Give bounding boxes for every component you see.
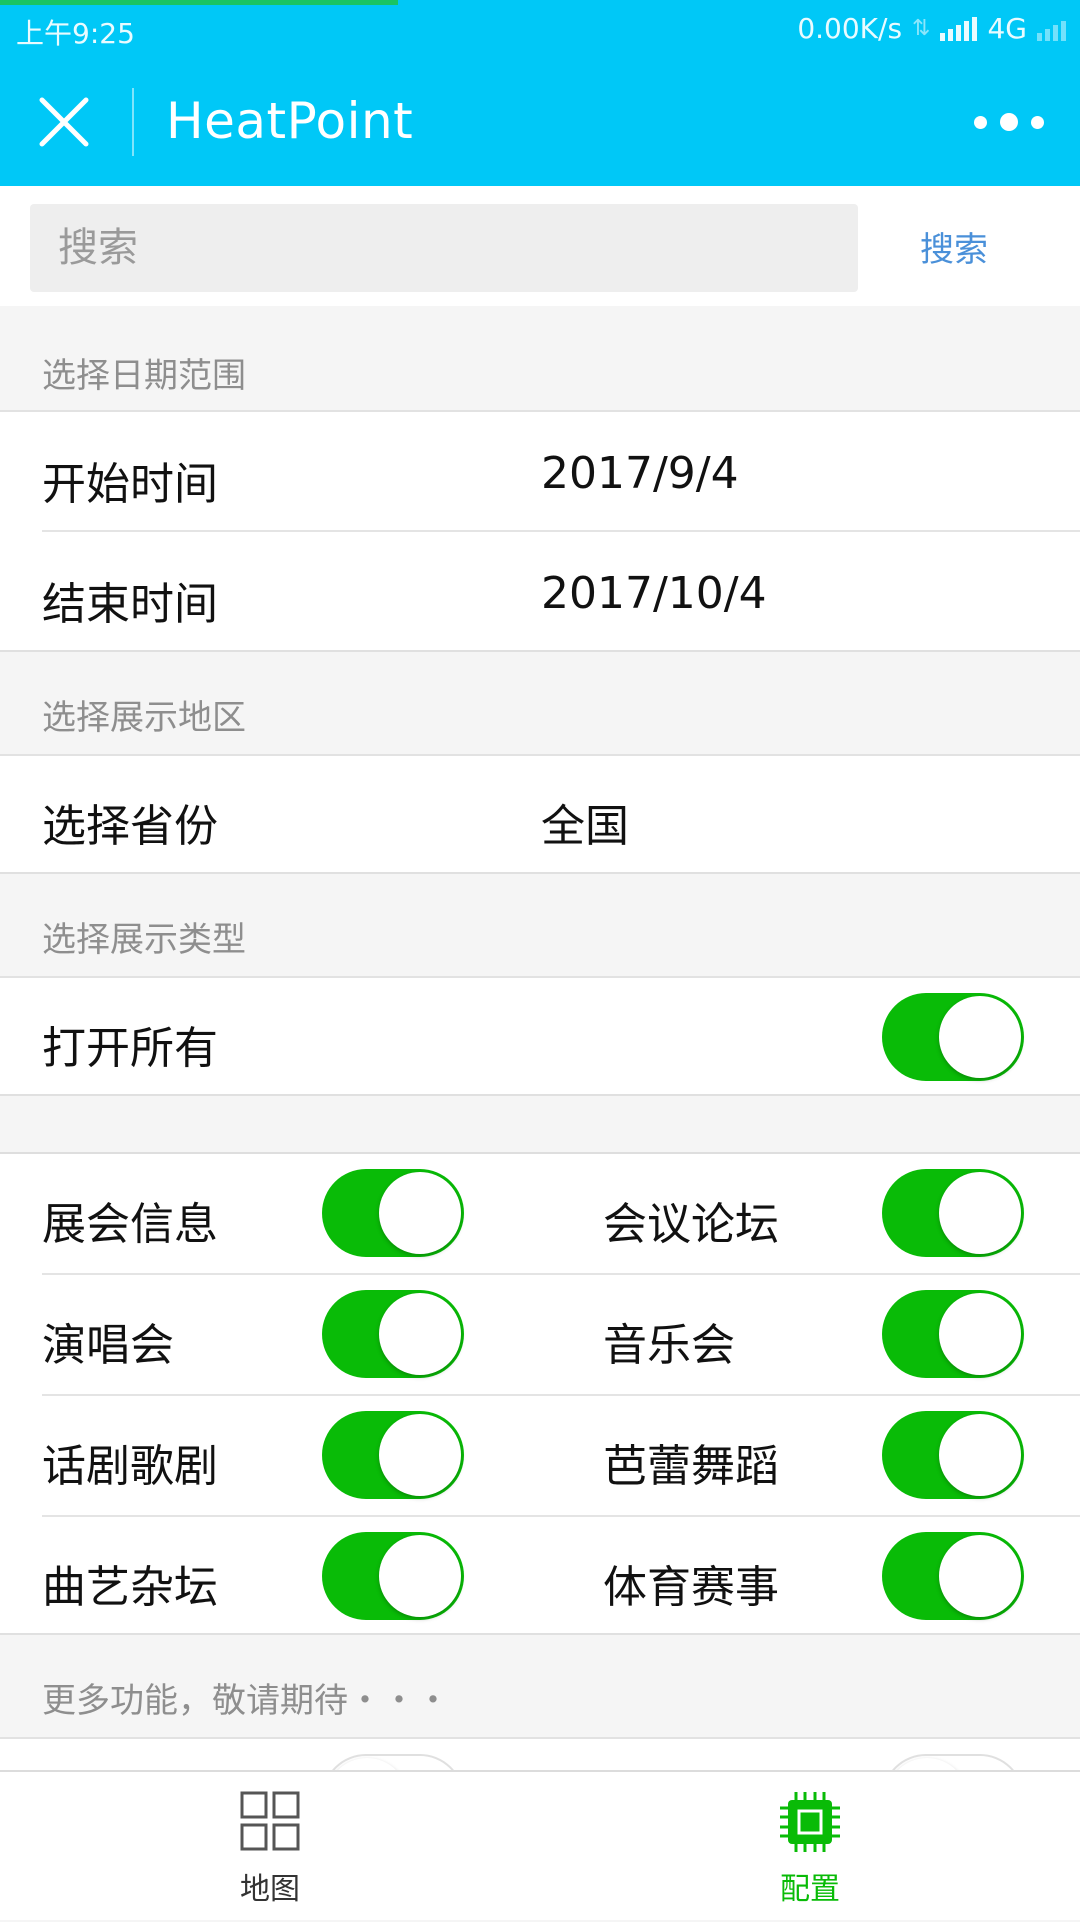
type-toggle[interactable]	[322, 1290, 464, 1378]
status-bar: 上午9:25 0.00K/s ⇅ 4G	[0, 0, 1080, 58]
section-header-label: 更多功能，敬请期待・・・	[42, 1681, 450, 1721]
type-toggle[interactable]	[322, 1532, 464, 1620]
end-date-value: 2017/10/4	[541, 568, 767, 619]
type-grid-row: 话剧歌剧 芭蕾舞蹈	[0, 1396, 1080, 1517]
search-bar: 搜索	[0, 186, 1080, 308]
type-toggle[interactable]	[322, 1411, 464, 1499]
more-dot-icon	[1031, 115, 1044, 129]
status-indicators: 0.00K/s ⇅ 4G	[797, 12, 1066, 45]
disabled-toggle[interactable]	[322, 1754, 464, 1770]
search-input[interactable]	[30, 204, 858, 292]
toggle-knob	[326, 1758, 408, 1770]
section-header-region: 选择展示地区	[0, 652, 1080, 756]
title-bar: HeatPoint	[0, 58, 1080, 186]
page-title: HeatPoint	[166, 92, 414, 150]
start-date-row[interactable]: 开始时间 2017/9/4	[0, 412, 1080, 532]
toggle-knob	[379, 1414, 461, 1496]
type-toggle[interactable]	[882, 1290, 1024, 1378]
section-header-more: 更多功能，敬请期待・・・	[0, 1635, 1080, 1739]
signal-secondary-icon	[1037, 17, 1066, 41]
type-toggle[interactable]	[882, 1532, 1024, 1620]
start-date-value: 2017/9/4	[541, 448, 739, 499]
type-toggle[interactable]	[882, 1169, 1024, 1257]
tab-config[interactable]: 配置	[540, 1772, 1080, 1922]
search-button[interactable]: 搜索	[920, 222, 988, 271]
chip-icon	[780, 1792, 840, 1852]
toggle-knob	[379, 1535, 461, 1617]
toggle-knob	[379, 1293, 461, 1375]
status-time: 上午9:25	[16, 17, 135, 50]
type-label: 话剧歌剧	[42, 1441, 218, 1492]
tab-bar: 地图 配置	[0, 1770, 1080, 1920]
type-grid-row: 曲艺杂坛 体育赛事	[0, 1517, 1080, 1635]
open-all-label: 打开所有	[42, 1023, 218, 1074]
data-transfer-icon: ⇅	[912, 16, 931, 41]
network-type: 4G	[987, 12, 1027, 45]
signal-icon	[940, 16, 978, 41]
type-label: 曲艺杂坛	[42, 1562, 218, 1613]
more-dot-icon	[974, 115, 987, 129]
disabled-toggle[interactable]	[882, 1754, 1024, 1770]
type-label: 体育赛事	[603, 1562, 779, 1613]
title-divider	[132, 88, 134, 156]
section-header-label: 选择日期范围	[42, 356, 246, 396]
section-header-type: 选择展示类型	[0, 874, 1080, 978]
province-row[interactable]: 选择省份 全国	[0, 756, 1080, 874]
tab-label: 地图	[240, 1872, 300, 1907]
type-toggle[interactable]	[322, 1169, 464, 1257]
province-label: 选择省份	[42, 801, 218, 852]
type-label: 会议论坛	[603, 1199, 779, 1250]
close-button[interactable]	[34, 92, 94, 152]
type-label: 音乐会	[603, 1320, 735, 1371]
end-date-label: 结束时间	[42, 579, 218, 630]
toggle-knob	[939, 1535, 1021, 1617]
section-header-label: 选择展示地区	[42, 698, 246, 738]
tab-label: 配置	[780, 1872, 840, 1907]
toggle-knob	[939, 1414, 1021, 1496]
tab-map[interactable]: 地图	[0, 1772, 540, 1922]
type-toggle[interactable]	[882, 1411, 1024, 1499]
more-row-partial	[0, 1739, 1080, 1770]
end-date-row[interactable]: 结束时间 2017/10/4	[0, 532, 1080, 652]
more-button[interactable]	[974, 102, 1044, 142]
open-all-row: 打开所有	[0, 978, 1080, 1096]
section-spacer	[0, 1096, 1080, 1154]
open-all-toggle[interactable]	[882, 993, 1024, 1081]
start-date-label: 开始时间	[42, 459, 218, 510]
type-grid-row: 演唱会 音乐会	[0, 1275, 1080, 1396]
loading-progress-bar	[0, 0, 398, 5]
toggle-knob	[939, 1293, 1021, 1375]
toggle-knob	[939, 996, 1021, 1078]
close-icon	[39, 97, 89, 147]
province-value: 全国	[541, 801, 629, 852]
net-speed: 0.00K/s	[797, 12, 903, 45]
type-grid-row: 展会信息 会议论坛	[0, 1154, 1080, 1275]
toggle-knob	[886, 1758, 968, 1770]
toggle-knob	[939, 1172, 1021, 1254]
section-header-label: 选择展示类型	[42, 920, 246, 960]
type-label: 展会信息	[42, 1199, 218, 1250]
type-label: 芭蕾舞蹈	[603, 1441, 779, 1492]
type-label: 演唱会	[42, 1320, 174, 1371]
grid-icon	[240, 1791, 300, 1851]
more-dot-icon	[1000, 113, 1018, 131]
section-header-date: 选择日期范围	[0, 306, 1080, 412]
toggle-knob	[379, 1172, 461, 1254]
